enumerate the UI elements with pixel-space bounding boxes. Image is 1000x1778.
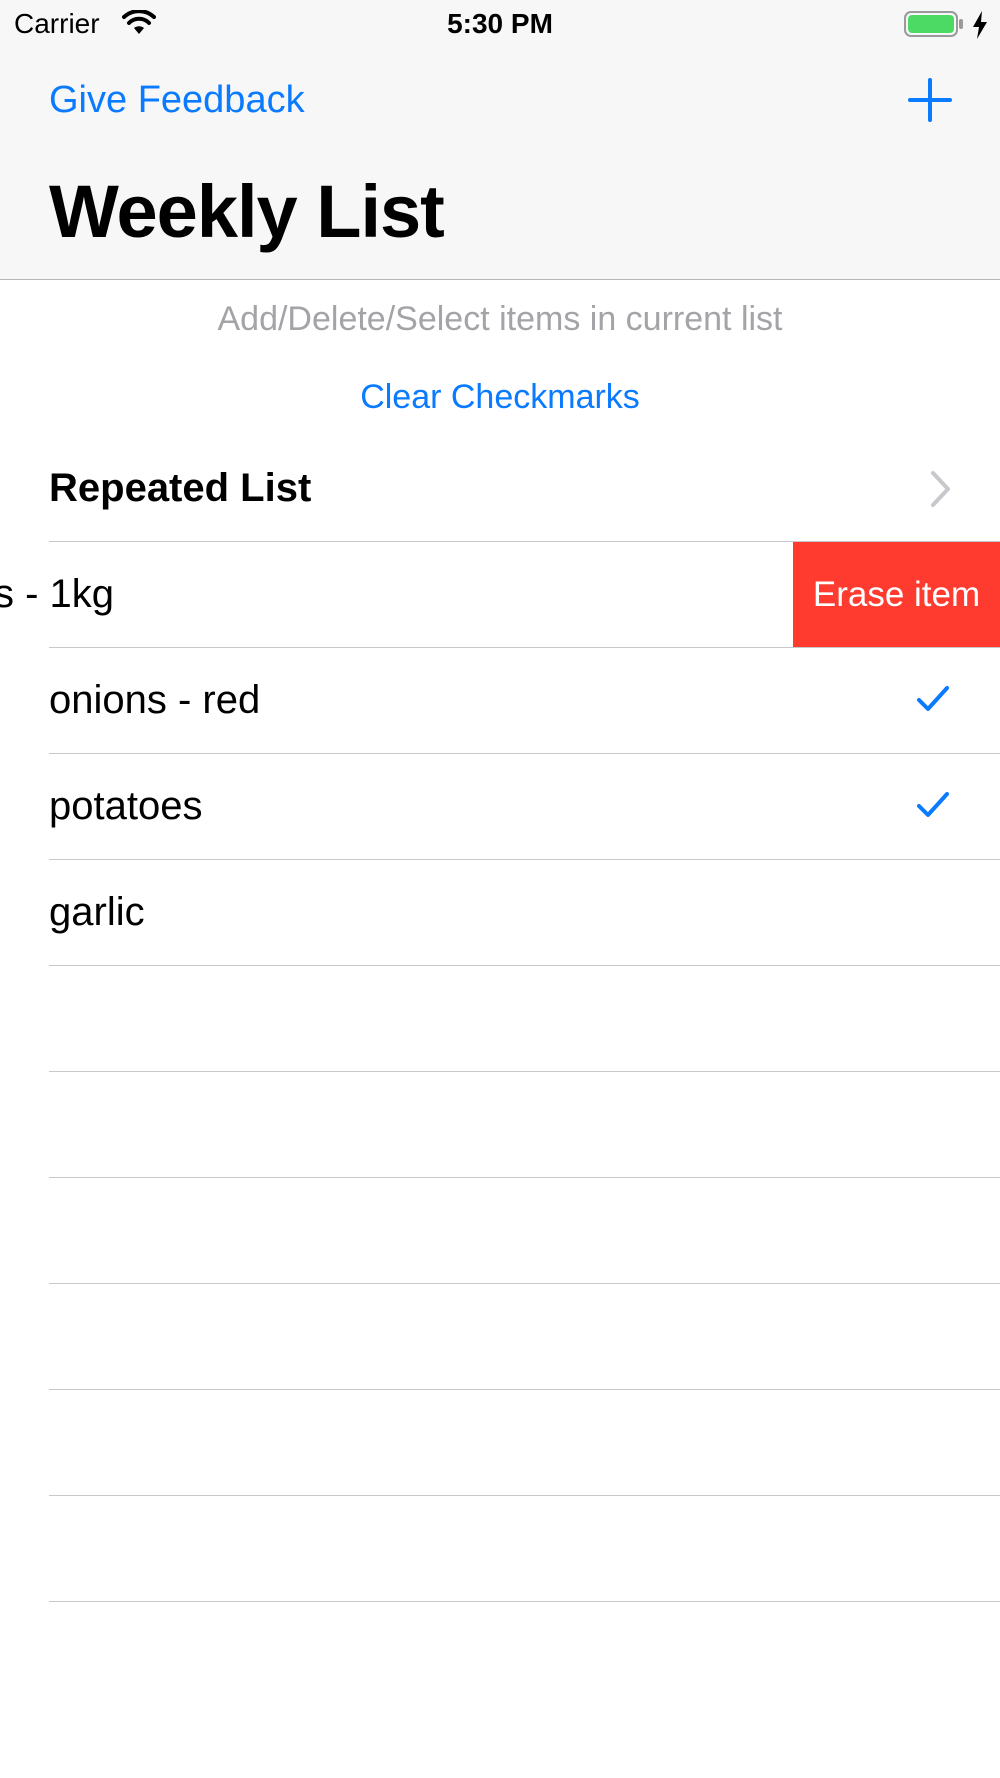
plus-icon[interactable] (906, 76, 954, 124)
checkmark-icon (917, 792, 949, 817)
empty-row-separator (49, 1389, 1000, 1390)
clear-checkmarks-button[interactable]: Clear Checkmarks (0, 378, 1000, 417)
row-separator (49, 965, 1000, 966)
list-hint: Add/Delete/Select items in current list (217, 300, 783, 338)
checkmark-icon (917, 686, 949, 711)
erase-item-button[interactable]: Erase item (793, 542, 1000, 648)
bolt-icon (973, 11, 987, 39)
status-bar: Carrier 5:30 PM (0, 0, 1000, 52)
chevron-right-icon (931, 471, 950, 507)
repeated-list-label: Repeated List (49, 466, 312, 510)
list-item-label: onions - red (49, 678, 261, 722)
empty-row-separator (49, 1601, 1000, 1602)
list-item-label: garlic (49, 890, 145, 934)
status-time: 5:30 PM (447, 8, 553, 39)
empty-row-separator (49, 1495, 1000, 1496)
battery-charging-icon (904, 11, 963, 37)
empty-row-separator (49, 1283, 1000, 1284)
screen: Carrier 5:30 PM Give Feedback Weekly Lis… (0, 0, 1000, 1778)
list-item[interactable]: garlic (0, 860, 1000, 966)
swiped-list-item[interactable]: s - 1kg Erase item (0, 542, 1000, 648)
list-item-label: potatoes (49, 784, 203, 828)
list-item[interactable]: potatoes (0, 754, 1000, 860)
navigation-bar: Give Feedback Weekly List (0, 52, 1000, 280)
empty-row-separator (49, 1071, 1000, 1072)
list-item-label: s - 1kg (0, 572, 115, 616)
page-title: Weekly List (49, 170, 445, 253)
list-item[interactable]: onions - red (0, 648, 1000, 754)
repeated-list-row[interactable]: Repeated List (0, 436, 1000, 542)
give-feedback-button[interactable]: Give Feedback (49, 79, 305, 122)
empty-row-separator (49, 1177, 1000, 1178)
